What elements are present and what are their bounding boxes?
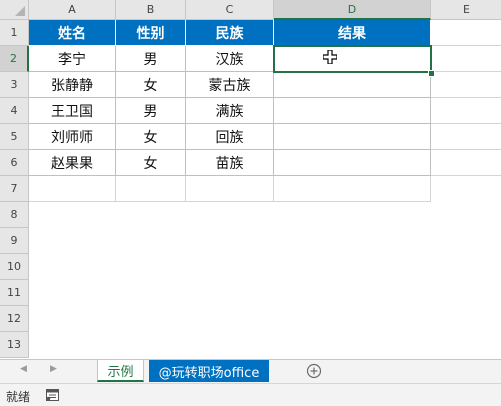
- column-header-a[interactable]: A: [29, 0, 116, 20]
- grid-cell[interactable]: [116, 176, 186, 202]
- cell-select-cursor-icon: [323, 50, 337, 64]
- table-cell-name[interactable]: 张静静: [29, 72, 116, 98]
- grid-cell[interactable]: [431, 150, 501, 176]
- grid-cell[interactable]: [29, 176, 116, 202]
- header-cell-ethnicity[interactable]: 民族: [186, 20, 274, 46]
- table-cell-result[interactable]: [274, 72, 431, 98]
- column-header-b[interactable]: B: [116, 0, 186, 20]
- row-header-10[interactable]: 10: [0, 254, 29, 280]
- row-header-2[interactable]: 2: [0, 46, 29, 72]
- grid-cell[interactable]: [431, 46, 501, 72]
- table-cell-name[interactable]: 赵果果: [29, 150, 116, 176]
- sheet-tab-bar: ◀ ▶ 示例 @玩转职场office: [0, 359, 501, 383]
- grid-cell[interactable]: [431, 20, 501, 46]
- column-header-c[interactable]: C: [186, 0, 274, 20]
- table-cell-ethnicity[interactable]: 回族: [186, 124, 274, 150]
- grid-cell[interactable]: [431, 124, 501, 150]
- table-cell-name[interactable]: 王卫国: [29, 98, 116, 124]
- status-bar: 就绪: [0, 383, 501, 406]
- table-cell-gender[interactable]: 男: [116, 46, 186, 72]
- row-header-3[interactable]: 3: [0, 72, 29, 98]
- table-cell-gender[interactable]: 女: [116, 150, 186, 176]
- row-header-4[interactable]: 4: [0, 98, 29, 124]
- row-header-1[interactable]: 1: [0, 20, 29, 46]
- row-header-7[interactable]: 7: [0, 176, 29, 202]
- row-header-8[interactable]: 8: [0, 202, 29, 228]
- header-cell-result[interactable]: 结果: [274, 20, 431, 46]
- row-header-5[interactable]: 5: [0, 124, 29, 150]
- grid-cell[interactable]: [186, 176, 274, 202]
- row-header-12[interactable]: 12: [0, 306, 29, 332]
- table-cell-ethnicity[interactable]: 苗族: [186, 150, 274, 176]
- row-header-6[interactable]: 6: [0, 150, 29, 176]
- row-header-9[interactable]: 9: [0, 228, 29, 254]
- plus-circle-icon[interactable]: [306, 363, 322, 379]
- table-cell-name[interactable]: 李宁: [29, 46, 116, 72]
- fill-handle[interactable]: [428, 70, 435, 77]
- grid-cell[interactable]: [431, 98, 501, 124]
- triangle-left-icon[interactable]: ◀: [20, 364, 27, 374]
- status-ready-label: 就绪: [6, 390, 31, 404]
- table-cell-result[interactable]: [274, 150, 431, 176]
- grid-cell[interactable]: [431, 72, 501, 98]
- select-all-corner[interactable]: [0, 0, 29, 20]
- table-cell-ethnicity[interactable]: 汉族: [186, 46, 274, 72]
- table-cell-ethnicity[interactable]: 蒙古族: [186, 72, 274, 98]
- header-cell-gender[interactable]: 性别: [116, 20, 186, 46]
- row-header-13[interactable]: 13: [0, 332, 29, 358]
- table-cell-result[interactable]: [274, 124, 431, 150]
- table-cell-result[interactable]: [274, 46, 431, 72]
- spreadsheet-grid: A B C D E 1 2 3 4 5 6 7 8 9 10 11 12 13 …: [0, 0, 501, 359]
- grid-cell[interactable]: [274, 176, 431, 202]
- triangle-right-icon[interactable]: ▶: [50, 364, 57, 374]
- table-cell-ethnicity[interactable]: 满族: [186, 98, 274, 124]
- table-cell-result[interactable]: [274, 98, 431, 124]
- column-header-d[interactable]: D: [274, 0, 431, 20]
- table-cell-gender[interactable]: 男: [116, 98, 186, 124]
- table-cell-gender[interactable]: 女: [116, 72, 186, 98]
- column-header-e[interactable]: E: [431, 0, 501, 20]
- table-cell-name[interactable]: 刘师师: [29, 124, 116, 150]
- sheet-tab-example[interactable]: 示例: [97, 360, 144, 382]
- table-cell-gender[interactable]: 女: [116, 124, 186, 150]
- row-header-11[interactable]: 11: [0, 280, 29, 306]
- sheet-tab-office[interactable]: @玩转职场office: [149, 360, 269, 382]
- macro-record-icon[interactable]: [46, 389, 59, 401]
- header-cell-name[interactable]: 姓名: [29, 20, 116, 46]
